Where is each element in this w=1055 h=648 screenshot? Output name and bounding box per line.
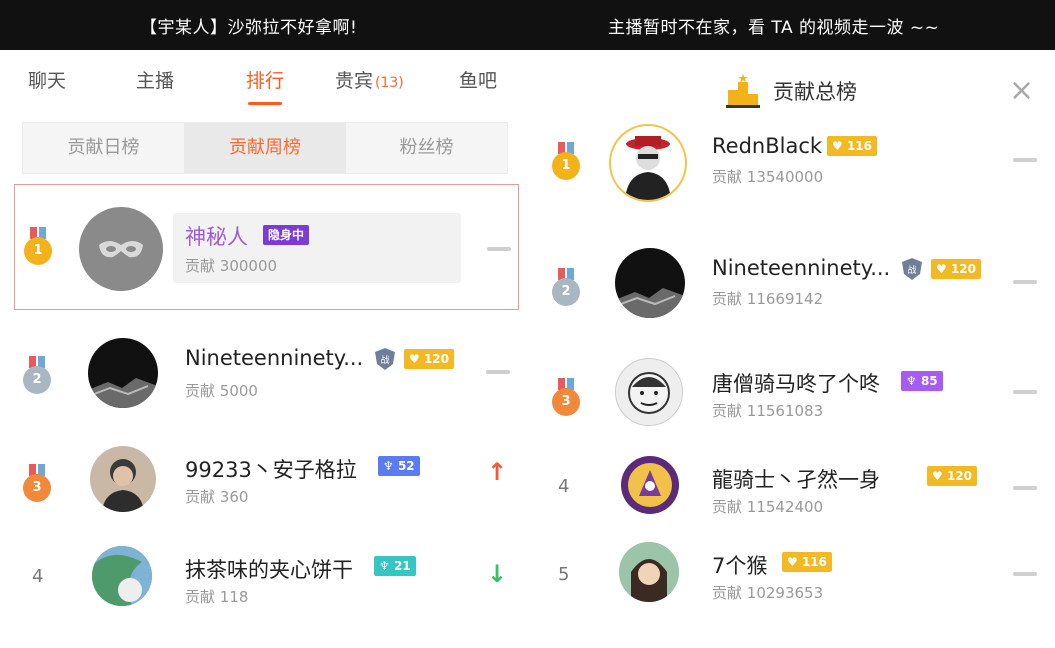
- user-photo-avatar[interactable]: [90, 446, 156, 512]
- purple-emblem-avatar[interactable]: [621, 456, 679, 514]
- stream-title: 【宇某人】沙弥拉不好拿啊!: [140, 18, 358, 38]
- left-panel: 聊天 主播 排行 贵宾 (13) 鱼吧 贡献日榜 贡献周榜 粉丝榜 1 神秘人 隐…: [0, 50, 527, 639]
- level-badge: ♥ 120: [404, 349, 454, 369]
- silver-medal-icon: 2: [551, 268, 581, 308]
- user-name: 抹茶味的夹心饼干: [185, 558, 353, 582]
- list-item[interactable]: 4 抹茶味的夹心饼干 ♆ 21 贡献 118 ↓: [0, 538, 527, 646]
- rank-number: 4: [558, 476, 570, 497]
- subtab-daily[interactable]: 贡献日榜: [23, 123, 184, 173]
- ranking-segmented-control: 贡献日榜 贡献周榜 粉丝榜: [22, 122, 508, 174]
- rank-number: 5: [558, 564, 570, 585]
- user-name: Nineteenninety...: [712, 256, 891, 280]
- panel-title: 贡献总榜: [773, 80, 857, 104]
- trophy-podium-icon: [724, 70, 762, 110]
- dark-landscape-avatar[interactable]: [615, 248, 685, 318]
- contribution-value: 贡献 13540000: [712, 168, 824, 186]
- contribution-value: 贡献 11561083: [712, 402, 824, 420]
- list-item[interactable]: 1 神秘人 隐身中 贡献 300000: [14, 184, 519, 310]
- tab-anchor[interactable]: 主播: [136, 66, 174, 93]
- anime-girl-avatar[interactable]: [619, 542, 679, 602]
- tab-chat[interactable]: 聊天: [28, 66, 66, 93]
- no-change-indicator: [1013, 572, 1037, 576]
- subtab-weekly[interactable]: 贡献周榜: [184, 123, 346, 173]
- level-badge: ♆ 21: [374, 556, 416, 576]
- no-change-indicator: [486, 370, 510, 374]
- total-contribution-panel: 贡献总榜 × 1 RednBlack ♥ 116 贡献 13540000 2 N…: [527, 50, 1055, 639]
- green-avatar[interactable]: [92, 546, 152, 606]
- tab-bar: 聊天 主播 排行 贵宾 (13) 鱼吧: [0, 50, 527, 112]
- contribution-value: 贡献 11669142: [712, 290, 824, 308]
- user-name: 唐僧骑马咚了个咚: [712, 372, 880, 396]
- user-name: 99233丶安子格拉: [185, 458, 357, 482]
- tab-fish-bar[interactable]: 鱼吧: [459, 66, 497, 93]
- contribution-value: 贡献 118: [185, 588, 249, 606]
- no-change-indicator: [1013, 280, 1037, 284]
- svg-text:战: 战: [380, 355, 389, 366]
- guild-shield-icon: 战: [372, 346, 398, 372]
- user-name: Nineteenninety...: [185, 346, 364, 370]
- contribution-value: 贡献 5000: [185, 382, 258, 400]
- list-item[interactable]: 1 RednBlack ♥ 116 贡献 13540000: [527, 120, 1055, 228]
- cartoon-face-avatar[interactable]: [615, 358, 683, 426]
- list-item[interactable]: 2 Nineteenninety... 战 ♥ 120 贡献 5000: [0, 318, 527, 426]
- no-change-indicator: [1013, 158, 1037, 162]
- level-badge: ♥ 116: [827, 136, 877, 156]
- user-name: RednBlack: [712, 134, 823, 158]
- gold-medal-icon: 1: [551, 142, 581, 182]
- svg-text:战: 战: [907, 265, 916, 276]
- mystery-mask-avatar[interactable]: [79, 207, 163, 291]
- user-name: 7个猴: [712, 554, 768, 578]
- gold-medal-icon: 1: [23, 227, 53, 267]
- guild-shield-icon: 战: [899, 256, 925, 282]
- user-name: 神秘人: [185, 225, 248, 249]
- hidden-status-badge: 隐身中: [263, 225, 310, 245]
- contribution-value: 贡献 10293653: [712, 584, 824, 602]
- tab-vip[interactable]: 贵宾 (13): [335, 66, 404, 93]
- list-item[interactable]: 2 Nineteenninety... 战 ♥ 120 贡献 11669142: [527, 246, 1055, 354]
- active-tab-indicator: [248, 102, 282, 105]
- contribution-value: 贡献 360: [185, 488, 249, 506]
- contribution-value: 贡献 11542400: [712, 498, 824, 516]
- tab-vip-label: 贵宾: [335, 70, 374, 92]
- contribution-value: 贡献 300000: [185, 255, 277, 276]
- level-badge: ♥ 116: [782, 552, 832, 572]
- close-icon[interactable]: ×: [1009, 76, 1034, 106]
- list-item[interactable]: 5 7个猴 ♥ 116 贡献 10293653: [527, 540, 1055, 648]
- host-status-text: 主播暂时不在家，看 TA 的视频走一波 ~~: [608, 18, 940, 38]
- level-badge: ♆ 52: [378, 456, 420, 476]
- silver-medal-icon: 2: [22, 356, 52, 396]
- contribution-label: 贡献: [185, 257, 216, 275]
- rank-number: 4: [32, 566, 44, 587]
- list-item[interactable]: 3 99233丶安子格拉 ♆ 52 贡献 360 ↑: [0, 428, 527, 536]
- no-change-indicator: [1013, 390, 1037, 394]
- dark-landscape-avatar[interactable]: [88, 338, 158, 408]
- bronze-medal-icon: 3: [22, 464, 52, 504]
- list-item[interactable]: 3 唐僧骑马咚了个咚 ♆ 85 贡献 11561083: [527, 358, 1055, 466]
- rank-up-arrow-icon: ↑: [487, 458, 508, 486]
- level-badge: ♆ 85: [901, 371, 943, 391]
- no-change-indicator: [487, 247, 511, 251]
- bronze-medal-icon: 3: [551, 378, 581, 418]
- top-banner: 【宇某人】沙弥拉不好拿啊! 主播暂时不在家，看 TA 的视频走一波 ~~: [0, 0, 1055, 50]
- tab-ranking[interactable]: 排行: [246, 66, 284, 93]
- contribution-amount: 300000: [219, 257, 278, 275]
- subtab-fans[interactable]: 粉丝榜: [346, 123, 507, 173]
- user-name: 龍骑士丶孑然一身: [712, 468, 880, 492]
- no-change-indicator: [1013, 486, 1037, 490]
- level-badge: ♥ 120: [927, 466, 977, 486]
- tab-vip-count: (13): [375, 75, 404, 91]
- red-hat-avatar[interactable]: [609, 124, 687, 202]
- rank-down-arrow-icon: ↓: [487, 560, 508, 588]
- level-badge: ♥ 120: [931, 259, 981, 279]
